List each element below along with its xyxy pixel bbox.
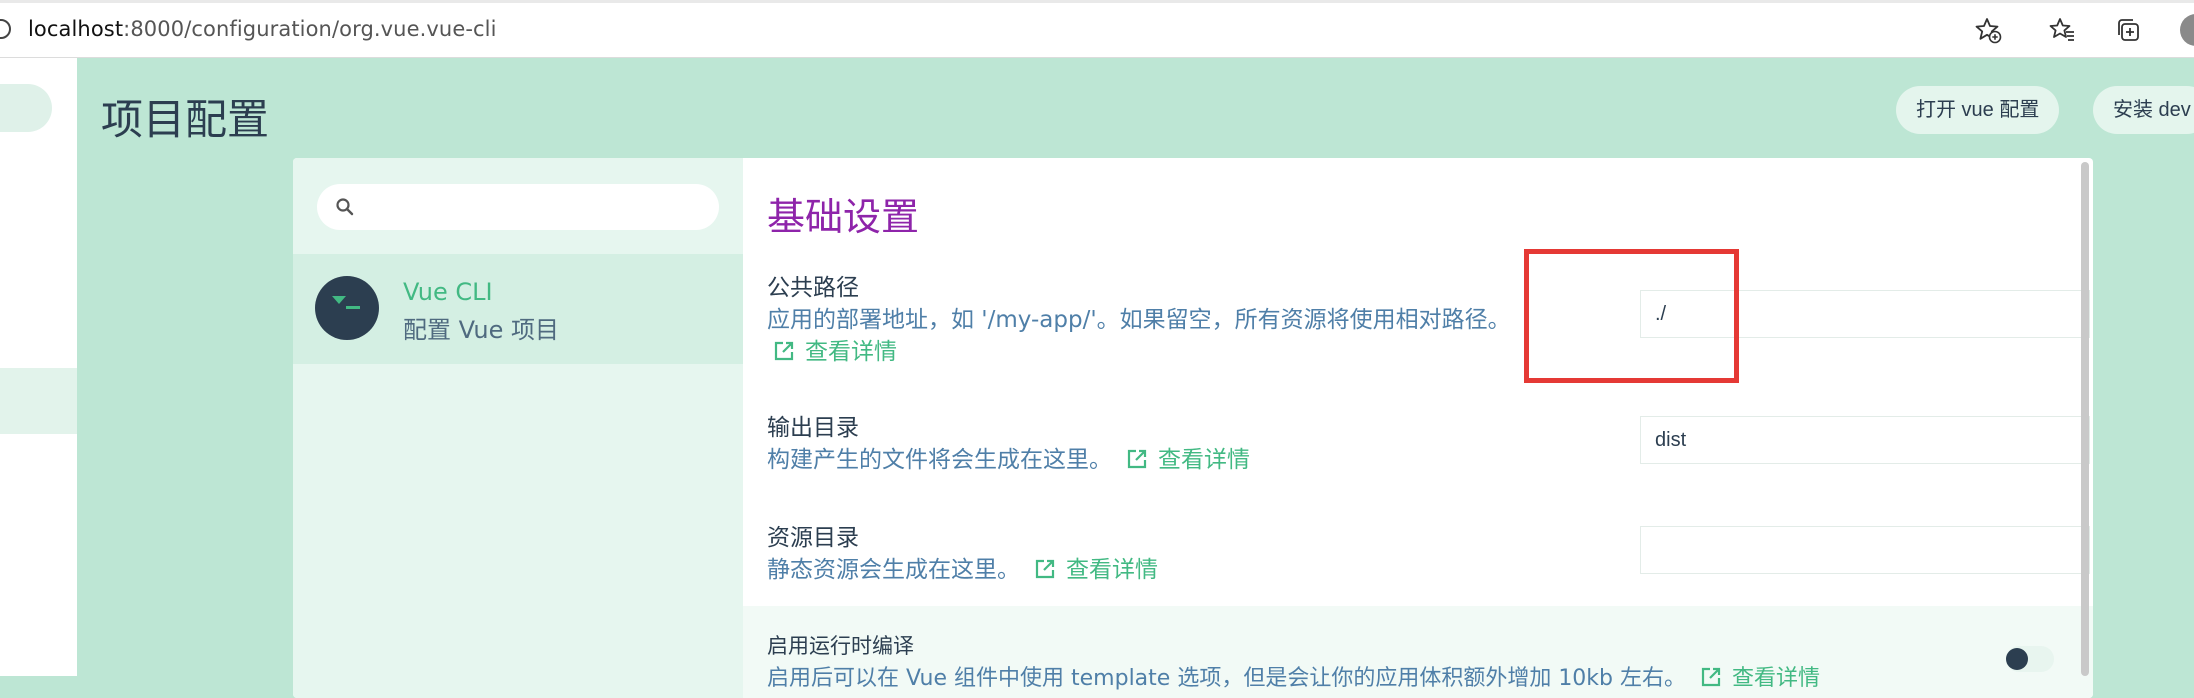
page-scrollbar[interactable] — [2081, 162, 2089, 676]
field-description-runtime-compiler: 启用后可以在 Vue 组件中使用 template 选项，但是会让你的应用体积额… — [767, 666, 1687, 691]
site-info-icon[interactable] — [0, 19, 11, 39]
field-label-runtime-compiler: 启用运行时编译 — [767, 634, 914, 658]
assets-dir-input[interactable] — [1640, 526, 2090, 574]
profile-avatar[interactable] — [2180, 14, 2194, 46]
sidebar-project-pill[interactable] — [0, 84, 52, 132]
configuration-card: Vue CLI 配置 Vue 项目 基础设置 公共路径 应用的部署地址，如 '/… — [293, 158, 2093, 698]
more-info-link-assets-dir[interactable]: 查看详情 — [1034, 550, 1158, 584]
toggle-knob — [2006, 648, 2028, 670]
more-info-link-public-path[interactable]: 查看详情 — [773, 332, 897, 366]
more-info-link-output-dir[interactable]: 查看详情 — [1126, 440, 1250, 474]
field-description-public-path: 应用的部署地址，如 '/my-app/'。如果留空，所有资源将使用相对路径。 — [767, 307, 1511, 333]
config-item-vue-cli[interactable]: Vue CLI 配置 Vue 项目 — [293, 254, 743, 364]
field-row-output-dir: 构建产生的文件将会生成在这里。 查看详情 — [767, 440, 1250, 474]
app-sidebar — [0, 58, 77, 676]
config-item-name: Vue CLI — [403, 278, 493, 306]
open-vue-config-button[interactable]: 打开 vue 配置 — [1896, 86, 2060, 134]
config-item-description: 配置 Vue 项目 — [403, 316, 560, 344]
page-title: 项目配置 — [101, 95, 270, 144]
external-link-icon — [1127, 449, 1147, 469]
external-link-icon — [1701, 667, 1721, 687]
install-devtools-button[interactable]: 安装 dev — [2093, 86, 2194, 134]
field-label-public-path: 公共路径 — [767, 275, 859, 301]
config-search-input[interactable] — [317, 184, 719, 230]
runtime-compiler-toggle[interactable] — [2006, 646, 2054, 672]
url-host: localhost — [28, 17, 124, 41]
field-more-row-public-path: 查看详情 — [767, 332, 897, 366]
public-path-input[interactable]: ./ — [1640, 290, 2090, 338]
favorites-icon[interactable] — [2048, 16, 2076, 44]
field-row-assets-dir: 静态资源会生成在这里。 查看详情 — [767, 550, 1158, 584]
field-row-runtime-compiler: 启用后可以在 Vue 组件中使用 template 选项，但是会让你的应用体积额… — [767, 660, 1820, 692]
field-label-output-dir: 输出目录 — [767, 415, 859, 441]
browser-toolbar: localhost:8000/configuration/org.vue.vue… — [0, 0, 2194, 58]
more-info-link-runtime-compiler[interactable]: 查看详情 — [1700, 660, 1820, 692]
address-bar[interactable]: localhost:8000/configuration/org.vue.vue… — [28, 17, 497, 41]
vue-cli-logo-icon — [315, 276, 379, 340]
more-info-label: 查看详情 — [805, 339, 897, 365]
sidebar-item-configuration[interactable] — [0, 368, 77, 434]
more-info-label: 查看详情 — [1732, 666, 1821, 691]
output-dir-input[interactable]: dist — [1640, 416, 2090, 464]
collections-icon[interactable] — [2114, 16, 2142, 44]
more-info-label: 查看详情 — [1066, 557, 1158, 583]
configuration-panel: 基础设置 公共路径 应用的部署地址，如 '/my-app/'。如果留空，所有资源… — [743, 158, 2093, 698]
search-icon — [336, 198, 354, 216]
configuration-list: Vue CLI 配置 Vue 项目 — [293, 158, 743, 698]
more-info-label: 查看详情 — [1158, 447, 1250, 473]
field-description-assets-dir: 静态资源会生成在这里。 — [767, 557, 1020, 583]
tab-strip-edge — [0, 0, 2194, 3]
url-path: :8000/configuration/org.vue.vue-cli — [123, 17, 497, 41]
runtime-compiler-row: 启用运行时编译 启用后可以在 Vue 组件中使用 template 选项，但是会… — [743, 606, 2093, 698]
field-description-output-dir: 构建产生的文件将会生成在这里。 — [767, 447, 1112, 473]
section-title: 基础设置 — [767, 195, 920, 239]
external-link-icon — [1035, 559, 1055, 579]
favorite-add-icon[interactable] — [1974, 16, 2002, 44]
external-link-icon — [774, 341, 794, 361]
field-label-assets-dir: 资源目录 — [767, 525, 859, 551]
